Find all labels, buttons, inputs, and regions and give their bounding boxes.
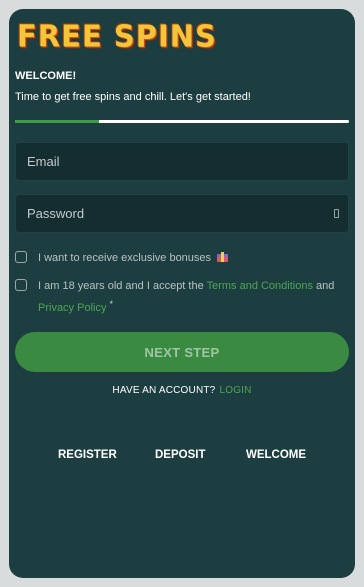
welcome-heading: WELCOME! <box>15 70 77 82</box>
password-field-wrapper <box>15 194 349 233</box>
step-progress-fill <box>15 120 99 123</box>
have-account-prompt: HAVE AN ACCOUNT? <box>112 385 216 396</box>
required-marker: * <box>109 299 114 309</box>
email-field[interactable] <box>16 143 348 180</box>
bonuses-consent-row: I want to receive exclusive bonuses <box>15 249 343 267</box>
terms-consent-row: I am 18 years old and I accept the Terms… <box>15 277 343 317</box>
password-field[interactable] <box>16 195 348 232</box>
bonuses-checkbox[interactable] <box>15 251 27 263</box>
next-step-button[interactable]: NEXT STEP <box>15 332 349 372</box>
nav-deposit-link[interactable]: DEPOSIT <box>155 449 205 461</box>
free-spins-logo: FREE SPINS <box>17 18 217 54</box>
email-field-wrapper <box>15 142 349 181</box>
step-progress-bar <box>15 120 349 123</box>
terms-checkbox[interactable] <box>15 279 27 291</box>
login-link[interactable]: LOGIN <box>219 385 251 396</box>
terms-label-prefix: I am 18 years old and I accept the <box>38 280 204 292</box>
terms-and-conditions-link[interactable]: Terms and Conditions <box>207 280 313 292</box>
signup-screen: FREE SPINS WELCOME! Time to get free spi… <box>9 9 355 578</box>
privacy-policy-link[interactable]: Privacy Policy <box>38 302 106 314</box>
nav-register-link[interactable]: REGISTER <box>58 449 117 461</box>
nav-welcome-link[interactable]: WELCOME <box>246 449 306 461</box>
welcome-subtitle: Time to get free spins and chill. Let's … <box>15 91 251 103</box>
eye-icon[interactable] <box>334 209 339 218</box>
terms-label-and: and <box>316 280 335 292</box>
bonuses-label: I want to receive exclusive bonuses <box>38 252 212 264</box>
have-account-row: HAVE AN ACCOUNT? LOGIN <box>9 385 355 396</box>
gift-icon <box>217 252 229 262</box>
